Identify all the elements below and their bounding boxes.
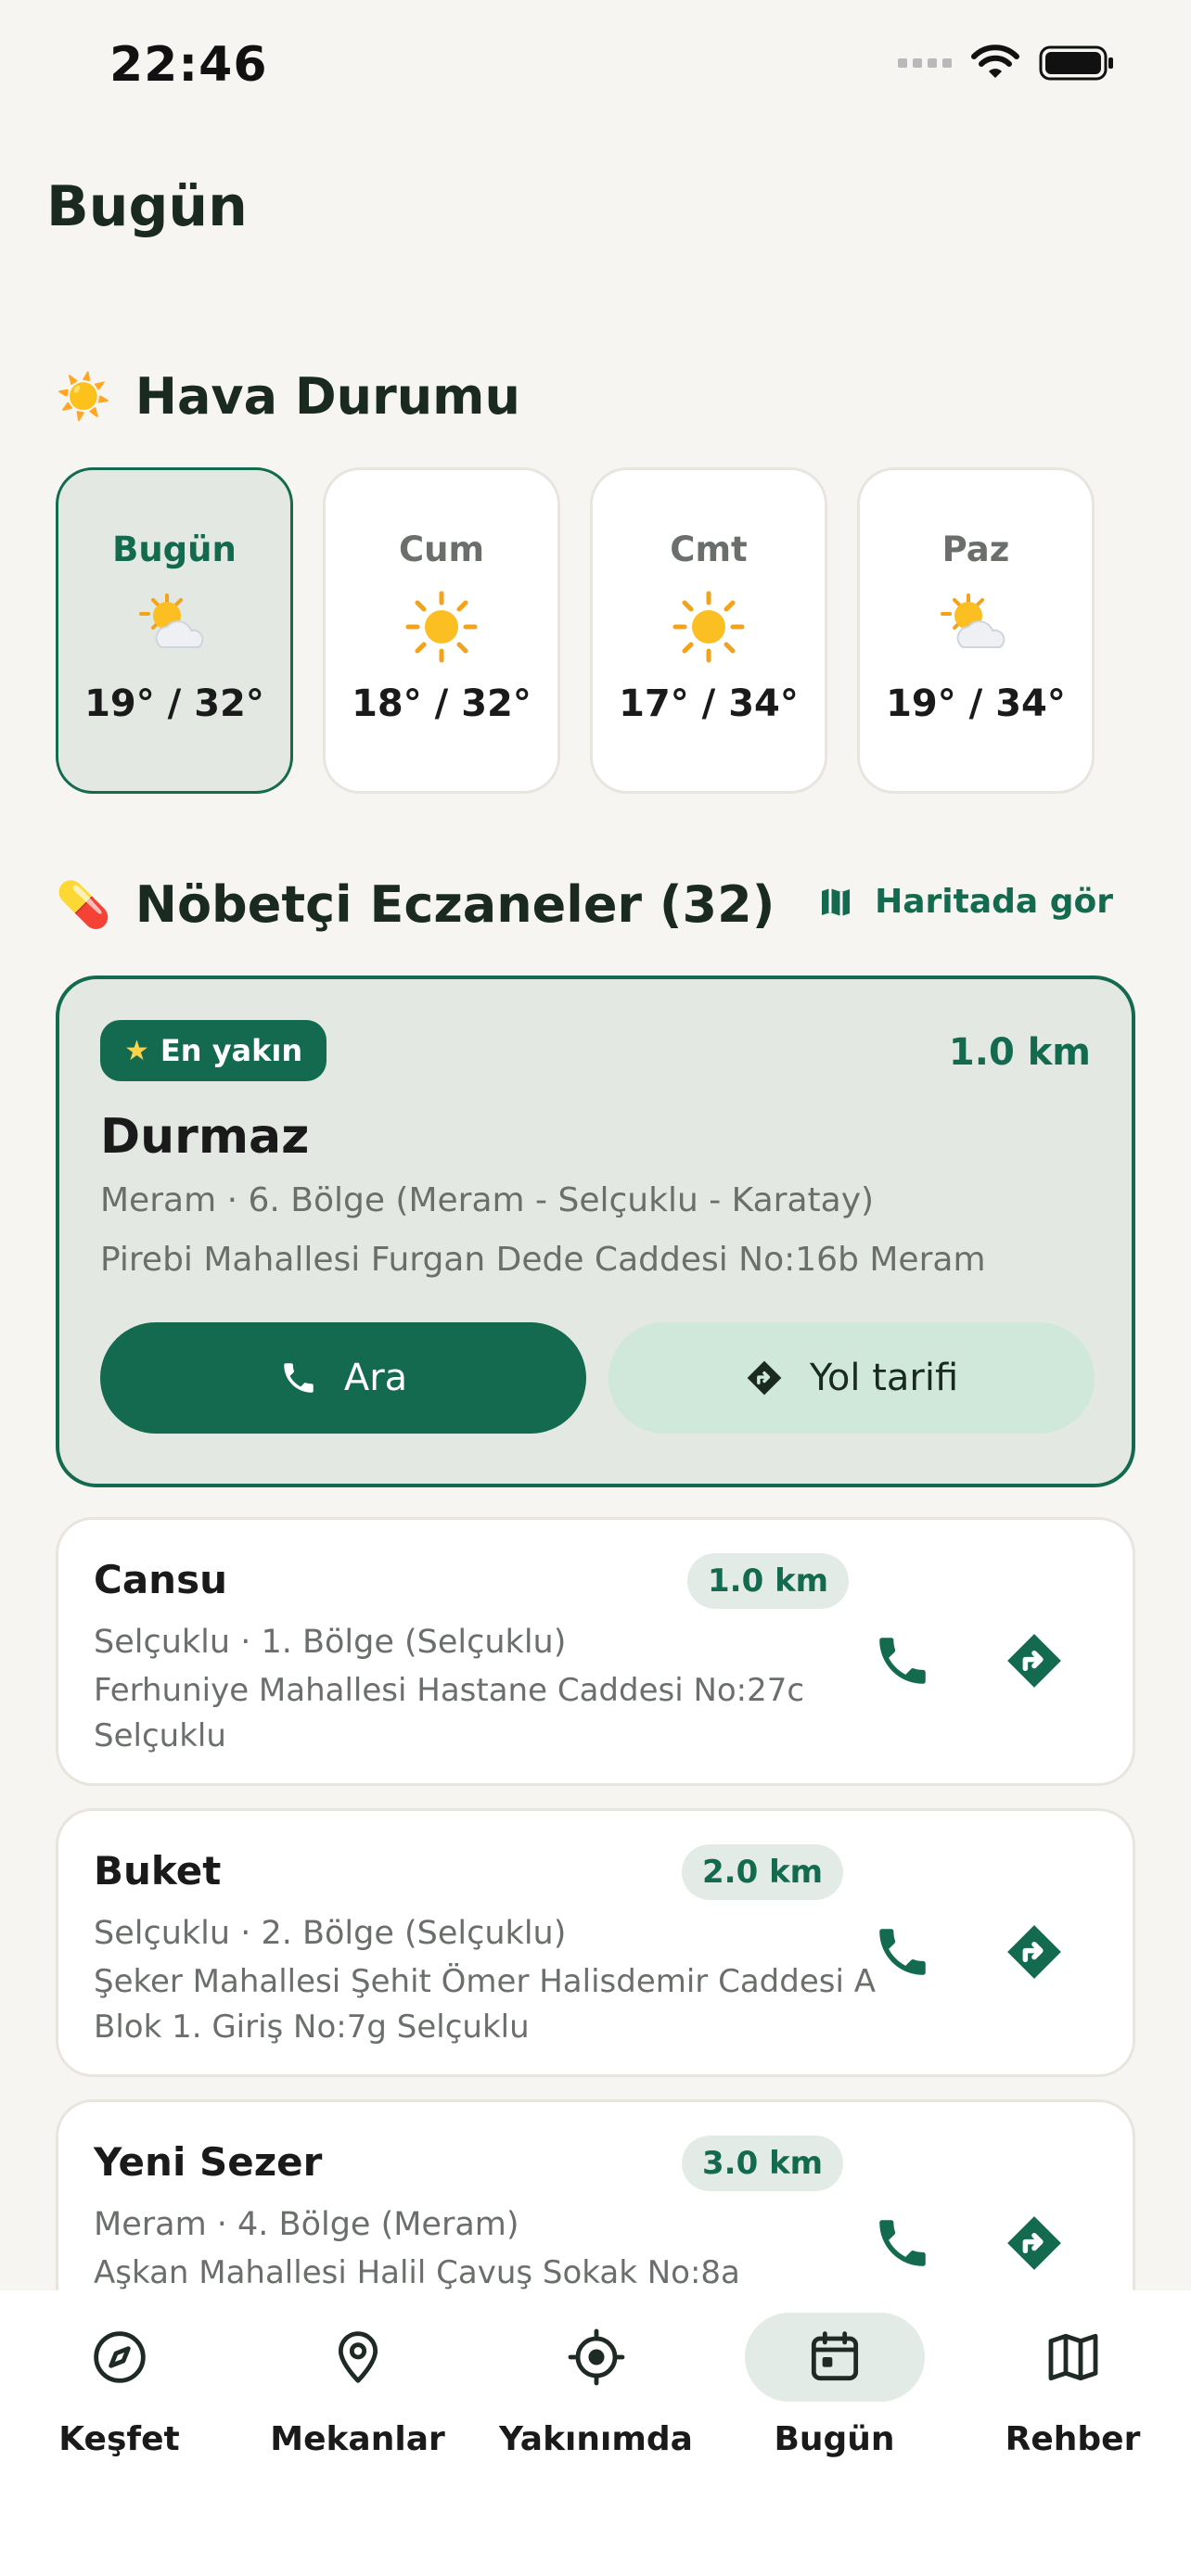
pharmacy-address: Ferhuniye Mahallesi Hastane Caddesi No:2… (94, 1672, 805, 1754)
pharmacy-distance: 1.0 km (687, 1553, 850, 1609)
nearest-badge-label: En yakın (160, 1033, 303, 1068)
pharmacy-list-item[interactable]: Buket 2.0 km Selçuklu · 2. Bölge (Selçuk… (56, 1808, 1135, 2077)
pill-emoji-icon: 💊 (56, 879, 111, 931)
tab-kesfet[interactable]: Keşfet (0, 2290, 238, 2476)
star-icon: ★ (124, 1034, 149, 1067)
map-icon (1048, 2333, 1097, 2381)
bottom-tab-bar: Keşfet Mekanlar Yakınımda Bugün Rehber (0, 2290, 1191, 2576)
phone-icon (284, 1363, 314, 1393)
forecast-day-name: Bugün (112, 529, 237, 569)
tab-mekanlar[interactable]: Mekanlar (238, 2290, 477, 2476)
directions-button[interactable]: Yol tarifi (608, 1322, 1095, 1434)
map-icon (822, 887, 851, 916)
tab-rehber[interactable]: Rehber (954, 2290, 1191, 2476)
pharmacy-distance: 3.0 km (682, 2136, 844, 2191)
wifi-icon (971, 45, 1019, 78)
directions-button-label: Yol tarifi (809, 1357, 959, 1399)
weather-forecast: Bugün 19° / 32° Cum 18° / 32° Cmt 17° / … (56, 467, 1095, 794)
pharmacy-distance: 2.0 km (682, 1844, 844, 1900)
pharmacy-name: Yeni Sezer (94, 2139, 323, 2185)
featured-pharmacy-address: Pirebi Mahallesi Furgan Dede Caddesi No:… (100, 1241, 986, 1279)
pharmacy-area: Meram · 4. Bölge (Meram) (94, 2206, 519, 2243)
pharmacies-title: Nöbetçi Eczaneler (32) (134, 875, 775, 934)
forecast-day-card[interactable]: Bugün 19° / 32° (56, 467, 293, 794)
pharmacy-area: Selçuklu · 2. Bölge (Selçuklu) (94, 1915, 567, 1952)
tab-label: Mekanlar (270, 2420, 445, 2458)
pharmacy-address: Aşkan Mahallesi Halil Çavuş Sokak No:8a (94, 2254, 740, 2291)
pharmacy-area: Selçuklu · 1. Bölge (Selçuklu) (94, 1624, 567, 1661)
weather-title: Hava Durumu (134, 367, 520, 426)
cellular-signal-icon (898, 58, 952, 68)
tab-label: Keşfet (58, 2420, 180, 2458)
featured-pharmacy-card[interactable]: ★ En yakın 1.0 km Durmaz Meram · 6. Bölg… (56, 976, 1135, 1487)
phone-icon (879, 2220, 926, 2266)
forecast-day-name: Cmt (670, 529, 748, 569)
call-button[interactable]: Ara (100, 1322, 586, 1434)
partly-sunny-icon (139, 593, 204, 648)
directions-icon-button[interactable] (997, 1624, 1071, 1698)
sun-emoji-icon: ☀️ (56, 371, 111, 423)
tab-label: Bugün (774, 2420, 895, 2458)
status-time: 22:46 (109, 37, 268, 93)
call-icon-button[interactable] (865, 1624, 940, 1698)
forecast-temperature: 19° / 34° (886, 682, 1066, 725)
tab-bugun[interactable]: Bugün (715, 2290, 954, 2476)
sun-icon (672, 591, 745, 663)
sun-icon (405, 591, 478, 663)
forecast-day-card[interactable]: Cmt 17° / 34° (590, 467, 827, 794)
call-icon-button[interactable] (865, 2206, 940, 2280)
call-icon-button[interactable] (865, 1915, 940, 1989)
pharmacies-section-header: 💊 Nöbetçi Eczaneler (32) (56, 875, 775, 934)
partly-sunny-icon (941, 593, 1005, 648)
status-icons (898, 45, 1115, 82)
view-on-map-label: Haritada gör (875, 883, 1113, 921)
phone-icon (879, 1929, 926, 1975)
forecast-day-name: Cum (398, 529, 485, 569)
today-screen: 22:46 Bugün ☀️ Hava Durumu Bugün 19° / 3… (0, 0, 1191, 2576)
calendar-icon (811, 2331, 858, 2381)
directions-icon-button[interactable] (997, 1915, 1071, 1989)
phone-icon (879, 1638, 926, 1684)
forecast-temperature: 18° / 32° (352, 682, 531, 725)
forecast-temperature: 17° / 34° (619, 682, 799, 725)
pharmacy-address: Şeker Mahallesi Şehit Ömer Halisdemir Ca… (94, 1963, 876, 2046)
crosshair-icon (568, 2328, 624, 2386)
pharmacy-name: Buket (94, 1848, 222, 1894)
battery-icon (1039, 45, 1113, 81)
view-on-map-link[interactable]: Haritada gör (819, 883, 1113, 921)
weather-section-header: ☀️ Hava Durumu (56, 367, 520, 426)
tab-label: Yakınımda (499, 2420, 693, 2458)
directions-icon-button[interactable] (997, 2206, 1071, 2280)
forecast-day-name: Paz (941, 529, 1010, 569)
location-pin-icon (338, 2331, 378, 2383)
forecast-temperature: 19° / 32° (84, 682, 264, 725)
compass-icon (93, 2331, 146, 2383)
forecast-day-card[interactable]: Cum 18° / 32° (323, 467, 560, 794)
call-button-label: Ara (343, 1357, 408, 1399)
featured-pharmacy-name: Durmaz (100, 1109, 310, 1165)
tab-yakinimda[interactable]: Yakınımda (477, 2290, 715, 2476)
featured-distance: 1.0 km (948, 1031, 1091, 1074)
directions-icon (747, 1360, 782, 1396)
forecast-day-card[interactable]: Paz 19° / 34° (857, 467, 1095, 794)
featured-pharmacy-area: Meram · 6. Bölge (Meram - Selçuklu - Kar… (100, 1181, 875, 1219)
directions-icon (1007, 1634, 1061, 1688)
directions-icon (1007, 2216, 1061, 2270)
directions-icon (1007, 1925, 1061, 1979)
pharmacy-list-item[interactable]: Cansu 1.0 km Selçuklu · 1. Bölge (Selçuk… (56, 1517, 1135, 1786)
page-title: Bugün (46, 174, 248, 239)
pharmacy-name: Cansu (94, 1557, 227, 1602)
tab-label: Rehber (1005, 2420, 1141, 2458)
nearest-badge: ★ En yakın (100, 1020, 327, 1081)
